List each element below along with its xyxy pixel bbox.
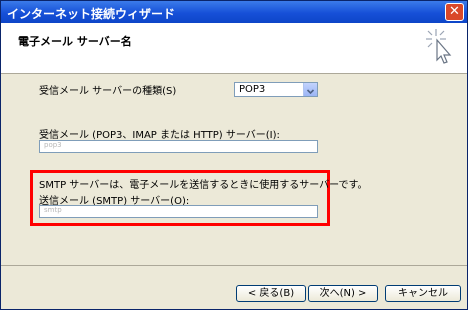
smtp-note: SMTP サーバーは、電子メールを送信するときに使用するサーバーです。 (39, 180, 368, 191)
outgoing-server-input[interactable]: smtp (39, 205, 318, 218)
close-button[interactable]: ✕ (445, 3, 464, 21)
title-bar[interactable]: インターネット接続ウィザード ✕ (1, 1, 467, 23)
page-title: 電子メール サーバー名 (18, 35, 132, 48)
wizard-window: インターネット接続ウィザード ✕ 電子メール サーバー名 受信メール サーバーの… (0, 0, 468, 310)
incoming-type-select[interactable]: POP3 (234, 82, 318, 97)
incoming-server-value: pop3 (44, 141, 62, 149)
cancel-button[interactable]: キャンセル (385, 285, 461, 302)
outgoing-server-value: smtp (44, 206, 62, 214)
dropdown-button[interactable] (303, 83, 317, 96)
wizard-header: 電子メール サーバー名 (1, 23, 467, 74)
chevron-down-icon (306, 89, 315, 95)
incoming-type-value: POP3 (239, 84, 266, 95)
form-area: 受信メール サーバーの種類(S) POP3 受信メール (POP3、IMAP ま… (1, 74, 467, 266)
back-button[interactable]: < 戻る(B) (236, 285, 306, 302)
button-bar: < 戻る(B) 次へ(N) > キャンセル (1, 265, 467, 309)
incoming-type-label: 受信メール サーバーの種類(S) (39, 86, 177, 97)
next-button[interactable]: 次へ(N) > (308, 285, 378, 302)
incoming-server-label: 受信メール (POP3、IMAP または HTTP) サーバー(I): (39, 130, 280, 141)
wizard-cursor-icon (426, 29, 452, 64)
incoming-server-input[interactable]: pop3 (39, 140, 318, 153)
window-title: インターネット接続ウィザード (7, 7, 176, 21)
